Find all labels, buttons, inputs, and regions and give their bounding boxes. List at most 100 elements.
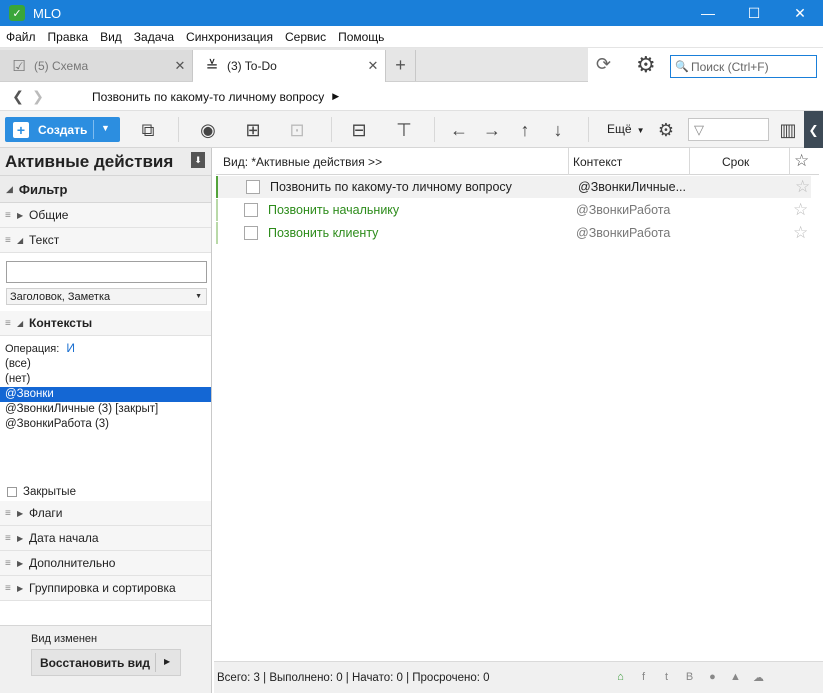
arrow-down-icon[interactable]: ↓ (546, 119, 570, 141)
hierarchy-icon[interactable]: ⊤ (392, 119, 416, 141)
column-header-context[interactable]: Контекст (573, 155, 622, 169)
task-checkbox[interactable] (244, 203, 258, 217)
columns-icon[interactable]: ▥ (776, 119, 800, 141)
funnel-icon: ▽ (694, 121, 704, 137)
column-divider[interactable] (568, 148, 569, 175)
star-icon[interactable]: ☆ (793, 223, 808, 243)
view-selector[interactable]: Вид: *Активные действия >> (223, 155, 382, 169)
section-grouping[interactable]: ≡ ▶ Группировка и сортировка (0, 576, 211, 601)
chevron-right-icon[interactable]: ▶ (164, 657, 170, 666)
context-item[interactable]: @ЗвонкиРабота (3) (0, 417, 211, 432)
title-bar: ✓ MLO — ☐ ✕ (0, 0, 823, 26)
arrow-left-icon[interactable]: ← (447, 119, 471, 141)
operation-toggle[interactable]: И (66, 341, 75, 355)
paste-icon[interactable]: ⊡ (285, 119, 309, 141)
column-divider[interactable] (789, 148, 790, 175)
task-checkbox[interactable] (246, 180, 260, 194)
arrow-up-icon[interactable]: ↑ (513, 119, 537, 141)
section-flags[interactable]: ≡ ▶ Флаги (0, 501, 211, 526)
context-item[interactable]: @ЗвонкиЛичные (3) [закрыт] (0, 402, 211, 417)
row-indicator (216, 222, 218, 244)
star-icon[interactable]: ☆ (793, 200, 808, 220)
section-start-date[interactable]: ≡ ▶ Дата начала (0, 526, 211, 551)
quick-filter-input[interactable] (712, 122, 767, 137)
menu-file[interactable]: Файл (0, 30, 42, 44)
task-row[interactable]: Позвонить по какому-то личному вопросу @… (216, 176, 811, 198)
tab-todo[interactable]: ≚ (3) To-Do ✕ (193, 50, 386, 82)
home-icon[interactable]: ⌂ (609, 671, 632, 684)
sync-icon[interactable]: ⟳ (596, 54, 611, 75)
menu-help[interactable]: Помощь (332, 30, 390, 44)
task-context: @ЗвонкиРабота (576, 203, 671, 217)
close-button[interactable]: ✕ (777, 0, 823, 26)
gear-icon[interactable]: ⚙ (636, 52, 656, 78)
cloud-icon[interactable]: ☁ (747, 671, 770, 684)
eye-icon[interactable]: ◉ (196, 119, 220, 141)
divider (331, 117, 332, 142)
context-item[interactable]: @Звонки (0, 387, 211, 402)
search-input[interactable] (691, 59, 811, 74)
blogger-icon[interactable]: B (678, 671, 701, 684)
android-icon[interactable]: ▲ (724, 671, 747, 684)
maximize-button[interactable]: ☐ (731, 0, 777, 26)
minimize-button[interactable]: — (685, 0, 731, 26)
tab-label: (5) Схема (34, 58, 89, 73)
apple-icon[interactable]: ● (701, 671, 724, 684)
toolbar: + Создать ▼ ⧉ ◉ ⊞ ⊡ ⊟ ⊤ ← → ↑ ↓ Ещё ▼ ⚙ ▽… (0, 111, 823, 148)
menu-sync[interactable]: Синхронизация (180, 30, 279, 44)
section-contexts[interactable]: ≡ ◢ Контексты (0, 311, 211, 336)
forward-arrow-icon[interactable]: ❯ (28, 88, 48, 105)
chevron-down-icon: ▼ (636, 126, 645, 135)
window-title: MLO (33, 5, 62, 21)
column-header-due[interactable]: Срок (722, 155, 749, 169)
task-checkbox[interactable] (244, 226, 258, 240)
section-general[interactable]: ≡ ▶ Общие (0, 203, 211, 228)
save-view-icon[interactable]: ⬇ (191, 152, 205, 168)
more-button[interactable]: Ещё ▼ (607, 122, 644, 136)
menu-service[interactable]: Сервис (279, 30, 332, 44)
add-subtask-icon[interactable]: ⧉ (136, 119, 160, 141)
task-title[interactable]: Позвонить начальнику (268, 203, 399, 217)
section-label: Общие (29, 208, 69, 222)
star-icon[interactable]: ☆ (794, 151, 809, 171)
grip-icon: ≡ (5, 557, 11, 569)
task-title[interactable]: Позвонить по какому-то личному вопросу (270, 180, 512, 194)
facebook-icon[interactable]: f (632, 671, 655, 684)
task-row[interactable]: Позвонить начальнику @ЗвонкиРабота ☆ (216, 199, 811, 221)
show-closed-label: Закрытые (23, 486, 76, 498)
chevron-right-icon[interactable]: ▶ (332, 91, 339, 102)
panel-toggle-button[interactable]: ❮ (804, 111, 823, 148)
view-changed-label: Вид изменен (31, 633, 98, 645)
menu-view[interactable]: Вид (94, 30, 128, 44)
menu-edit[interactable]: Правка (42, 30, 95, 44)
task-row[interactable]: Позвонить клиенту @ЗвонкиРабота ☆ (216, 222, 811, 244)
row-indicator (216, 199, 218, 221)
task-title[interactable]: Позвонить клиенту (268, 226, 378, 240)
text-scope-select[interactable]: Заголовок, Заметка ▼ (6, 288, 207, 305)
arrow-right-icon[interactable]: → (480, 119, 504, 141)
menu-task[interactable]: Задача (128, 30, 180, 44)
twitter-icon[interactable]: t (655, 671, 678, 684)
section-text[interactable]: ≡ ◢ Текст (0, 228, 211, 253)
filter-header[interactable]: ◢ Фильтр (0, 176, 211, 203)
chevron-down-icon[interactable]: ▼ (101, 123, 110, 133)
add-child-icon[interactable]: ⊞ (241, 119, 265, 141)
restore-view-button[interactable]: Восстановить вид ▶ (31, 649, 181, 676)
show-closed-checkbox[interactable] (7, 487, 17, 497)
context-item[interactable]: (нет) (0, 372, 211, 387)
create-button[interactable]: + Создать ▼ (5, 117, 120, 142)
column-divider[interactable] (689, 148, 690, 175)
close-icon[interactable]: ✕ (365, 58, 381, 74)
tab-outline[interactable]: ☑ (5) Схема ✕ (0, 50, 193, 81)
text-filter-input[interactable] (6, 261, 207, 283)
context-item[interactable]: (все) (0, 357, 211, 372)
settings-filter-icon[interactable]: ⚙ (654, 119, 678, 141)
close-icon[interactable]: ✕ (172, 58, 188, 74)
add-tab-button[interactable]: + (386, 50, 416, 81)
back-arrow-icon[interactable]: ❮ (8, 88, 28, 105)
section-additional[interactable]: ≡ ▶ Дополнительно (0, 551, 211, 576)
indent-icon[interactable]: ⊟ (347, 119, 371, 141)
breadcrumb-item[interactable]: Позвонить по какому-то личному вопросу (92, 90, 324, 104)
show-closed-row[interactable]: Закрытые (0, 483, 211, 501)
star-icon[interactable]: ☆ (795, 177, 810, 197)
